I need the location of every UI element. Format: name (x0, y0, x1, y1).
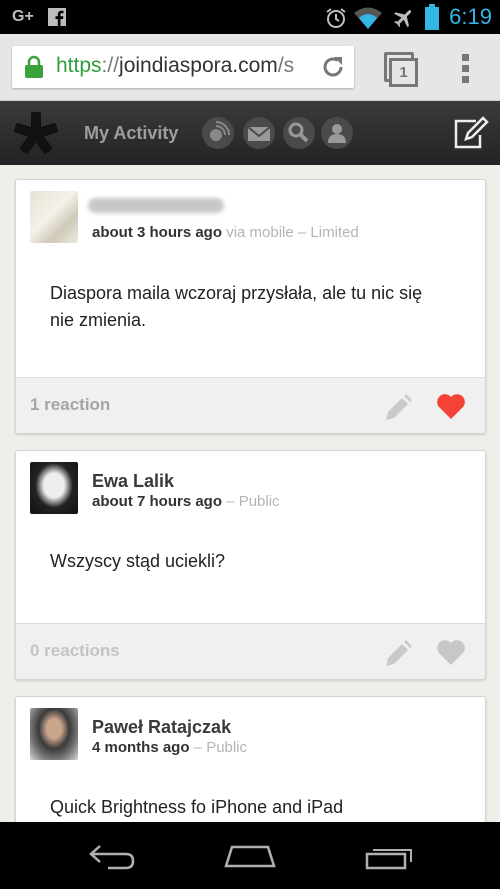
activity-stream[interactable]: about 3 hours ago via mobile – Limited D… (0, 165, 500, 822)
post-body: Wszyscy stąd uciekli? (50, 551, 226, 571)
post-visibility: Limited (310, 224, 359, 241)
diaspora-asterisk-logo[interactable] (14, 111, 58, 157)
app-header: My Activity (0, 101, 500, 165)
airplane-icon (394, 10, 412, 28)
home-icon[interactable] (224, 842, 276, 870)
avatar[interactable] (30, 191, 78, 243)
post-meta: about 3 hours ago via mobile – Limited (92, 224, 359, 241)
avatar[interactable] (30, 708, 78, 760)
google-plus-icon: G+ (12, 8, 34, 25)
post-footer: 0 reactions (16, 623, 485, 679)
post-via: via mobile (226, 224, 294, 241)
search-icon[interactable] (283, 117, 315, 149)
post-dash: – (222, 493, 239, 510)
back-icon[interactable] (88, 842, 136, 870)
author-redacted (88, 198, 224, 213)
page-title[interactable]: My Activity (84, 123, 178, 144)
compose-icon[interactable] (452, 115, 490, 151)
tab-count: 1 (389, 58, 418, 87)
url-scheme: https (56, 54, 102, 77)
status-time: 6:19 (449, 4, 492, 29)
post-dash: – (293, 224, 311, 241)
post-visibility: Public (238, 493, 280, 510)
post-card: Paweł Ratajczak 4 months ago – Public Qu… (15, 696, 486, 822)
post-time[interactable]: about 3 hours ago (92, 224, 222, 241)
post-card: Ewa Lalik about 7 hours ago – Public Wsz… (15, 450, 486, 680)
post-time[interactable]: about 7 hours ago (92, 493, 222, 510)
facebook-icon (48, 8, 66, 26)
battery-icon (425, 4, 439, 30)
post-dash: – (189, 739, 207, 756)
url-separator: :// (101, 54, 120, 77)
post-footer: 1 reaction (16, 377, 485, 433)
reactions-count[interactable]: 0 reactions (30, 641, 120, 661)
contacts-icon[interactable] (321, 117, 353, 149)
like-heart-icon[interactable] (436, 392, 466, 420)
post-author[interactable]: Paweł Ratajczak (92, 717, 231, 738)
post-card: about 3 hours ago via mobile – Limited D… (15, 179, 486, 434)
post-author[interactable]: Ewa Lalik (92, 471, 174, 492)
post-time[interactable]: 4 months ago (92, 739, 190, 756)
comment-pencil-icon[interactable] (382, 636, 414, 668)
alarm-icon (326, 8, 346, 28)
avatar[interactable] (30, 462, 78, 514)
reactions-count[interactable]: 1 reaction (30, 395, 110, 415)
comment-pencil-icon[interactable] (382, 390, 414, 422)
like-heart-icon[interactable] (436, 638, 466, 666)
post-meta: about 7 hours ago – Public (92, 493, 280, 510)
recent-apps-icon[interactable] (365, 844, 417, 872)
mail-icon[interactable] (243, 117, 275, 149)
system-nav-bar (0, 822, 500, 889)
post-body: Quick Brightness fo iPhone and iPad (50, 797, 344, 817)
url-bar[interactable]: https://joindiaspora.com/s (12, 46, 354, 88)
lock-icon (25, 55, 43, 78)
status-bar: G+ 6:19 (0, 0, 500, 34)
wifi-icon (354, 7, 382, 29)
post-meta: 4 months ago – Public (92, 739, 247, 756)
menu-dot (462, 54, 469, 61)
menu-dot (462, 76, 469, 83)
reload-icon[interactable] (320, 54, 346, 80)
post-body: Diaspora maila wczoraj przysłała, ale tu… (50, 283, 423, 330)
menu-dot (462, 65, 469, 72)
stream-icon[interactable] (202, 117, 234, 149)
url-path: /s (277, 54, 295, 77)
url-host: joindiaspora.com (119, 54, 278, 77)
post-visibility: Public (206, 739, 248, 756)
url-text[interactable]: https://joindiaspora.com/s (56, 54, 322, 78)
tabs-button[interactable]: 1 (384, 52, 418, 87)
browser-menu-button[interactable] (459, 52, 473, 84)
